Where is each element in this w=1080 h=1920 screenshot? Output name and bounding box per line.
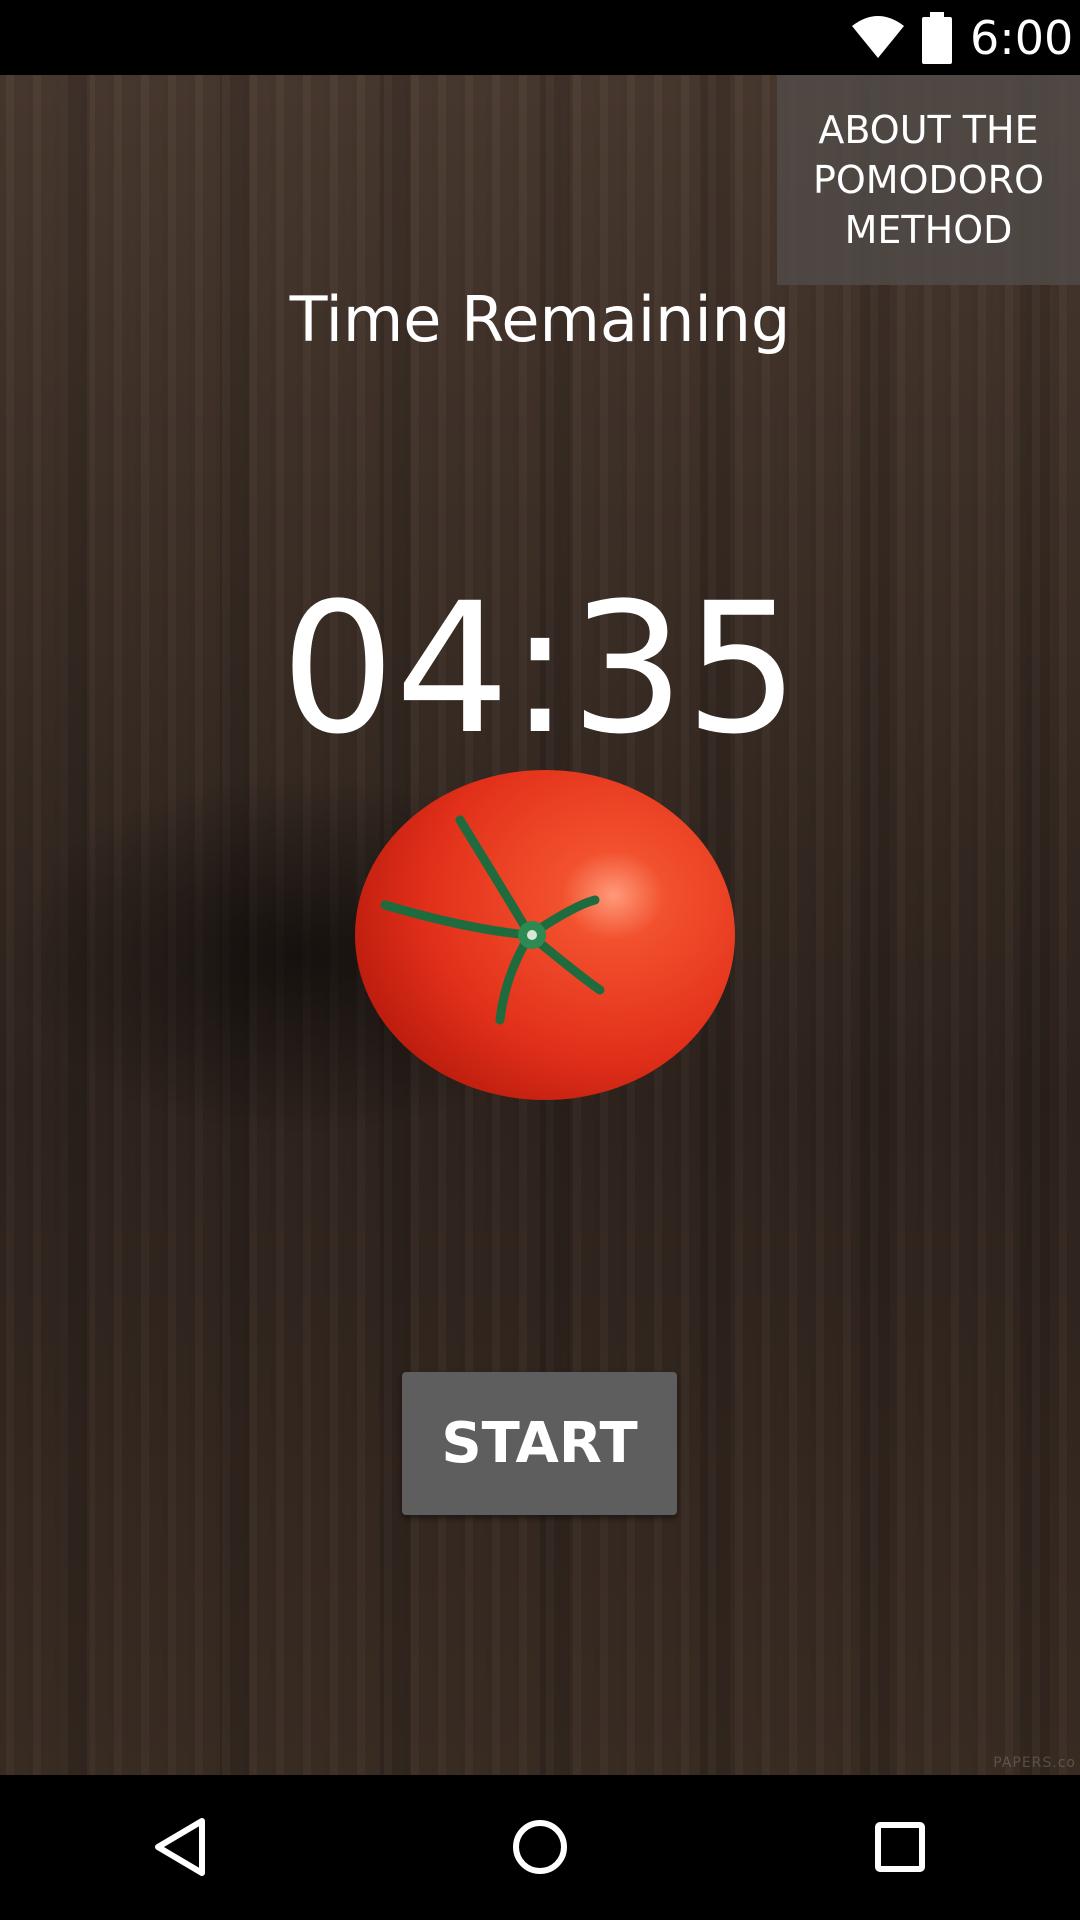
battery-icon [922, 12, 952, 64]
navigation-bar [0, 1775, 1080, 1920]
tomato-image [355, 770, 735, 1100]
status-clock: 6:00 [970, 11, 1074, 65]
countdown-timer: 04:35 [280, 565, 800, 774]
watermark: PAPERS.co [993, 1755, 1076, 1771]
home-button[interactable] [490, 1797, 590, 1897]
start-button[interactable]: START [402, 1372, 677, 1515]
time-remaining-label: Time Remaining [289, 283, 791, 356]
recents-button[interactable] [850, 1797, 950, 1897]
back-icon [155, 1818, 205, 1876]
recents-icon [875, 1822, 925, 1872]
back-button[interactable] [130, 1797, 230, 1897]
wifi-icon [852, 16, 904, 58]
screen: 6:00 ABOUT THE POMODORO METHOD Time Rema… [0, 0, 1080, 1920]
home-icon [513, 1820, 567, 1874]
main-content: ABOUT THE POMODORO METHOD Time Remaining… [0, 75, 1080, 1775]
status-bar: 6:00 [0, 0, 1080, 75]
about-pomodoro-button[interactable]: ABOUT THE POMODORO METHOD [777, 75, 1080, 285]
